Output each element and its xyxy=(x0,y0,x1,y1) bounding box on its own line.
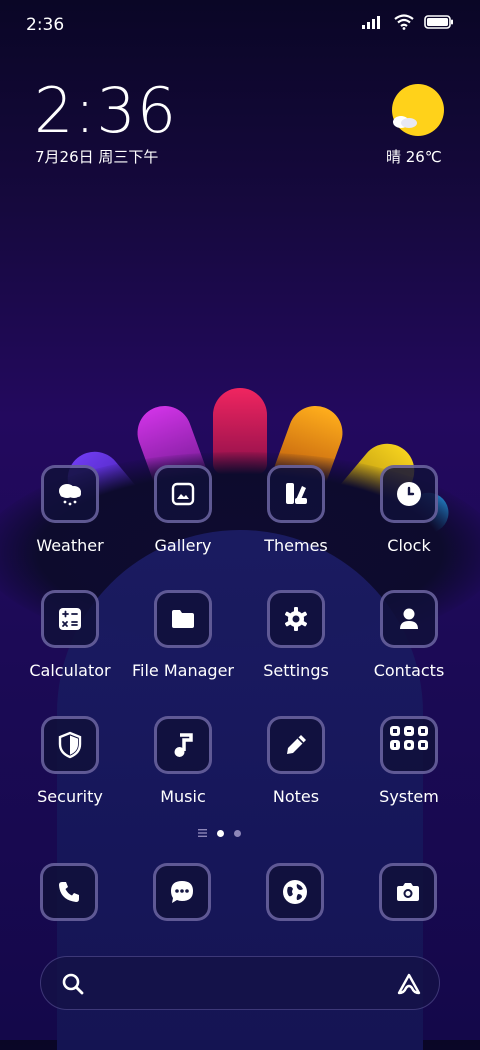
themes-icon xyxy=(286,483,307,504)
app-icon-frame[interactable] xyxy=(41,590,99,648)
menu-lines-icon xyxy=(198,829,207,837)
battery-icon xyxy=(424,15,453,29)
app-icon-frame[interactable] xyxy=(41,465,99,523)
messages-icon xyxy=(171,881,193,903)
image-icon xyxy=(171,482,195,506)
app-icon-frame[interactable] xyxy=(267,590,325,648)
search-bar[interactable] xyxy=(40,956,440,1010)
status-bar: 2:36 xyxy=(0,0,480,50)
app-contacts[interactable]: Contacts xyxy=(354,590,464,680)
app-system-folder[interactable]: System xyxy=(354,716,464,806)
search-icon[interactable] xyxy=(61,972,85,996)
app-icon-frame[interactable] xyxy=(154,590,212,648)
calculator-icon xyxy=(59,608,81,630)
app-clock[interactable]: Clock xyxy=(354,465,464,555)
cloud-icon xyxy=(393,116,417,128)
app-icon-frame[interactable] xyxy=(380,465,438,523)
app-label: Notes xyxy=(272,787,320,806)
wifi-icon xyxy=(394,14,414,30)
signal-icon xyxy=(362,16,380,29)
app-label: Gallery xyxy=(154,536,212,555)
phone-icon xyxy=(59,882,79,902)
status-icons xyxy=(362,14,454,30)
sunny-icon[interactable] xyxy=(392,84,444,136)
dock-phone[interactable] xyxy=(40,863,98,921)
app-icon-frame[interactable] xyxy=(380,716,438,774)
status-time: 2:36 xyxy=(26,15,65,35)
folder-grid-icon xyxy=(390,726,428,750)
app-label: Settings xyxy=(263,661,329,680)
person-icon xyxy=(400,608,418,629)
app-icon-frame[interactable] xyxy=(41,716,99,774)
cloud-snow-icon xyxy=(59,484,81,506)
dock-browser[interactable] xyxy=(266,863,324,921)
app-notes[interactable]: Notes xyxy=(241,716,351,806)
page-dot[interactable] xyxy=(234,829,241,837)
app-themes[interactable]: Themes xyxy=(241,465,351,555)
shield-icon xyxy=(58,731,82,759)
camera-icon xyxy=(397,883,419,901)
app-icon-frame[interactable] xyxy=(380,590,438,648)
app-icon-frame[interactable] xyxy=(267,716,325,774)
app-label: Weather xyxy=(36,536,104,555)
app-calculator[interactable]: Calculator xyxy=(15,590,125,680)
app-label: File Manager xyxy=(132,661,234,680)
dock-messages[interactable] xyxy=(153,863,211,921)
app-security[interactable]: Security xyxy=(15,716,125,806)
app-icon-frame[interactable] xyxy=(267,465,325,523)
folder-icon xyxy=(172,610,194,628)
clock-widget-date: 7月26日 周三下午 xyxy=(35,148,159,166)
assistant-icon[interactable] xyxy=(395,971,423,997)
app-music[interactable]: Music xyxy=(128,716,238,806)
gear-icon xyxy=(284,607,308,631)
app-settings[interactable]: Settings xyxy=(241,590,351,680)
app-gallery[interactable]: Gallery xyxy=(128,465,238,555)
app-label: Contacts xyxy=(373,661,445,680)
clock-icon xyxy=(397,482,421,506)
page-dot-active[interactable] xyxy=(217,829,224,837)
app-label: Calculator xyxy=(29,661,111,680)
app-file-manager[interactable]: File Manager xyxy=(128,590,238,680)
app-label: Clock xyxy=(387,536,431,555)
music-note-icon xyxy=(174,733,193,757)
page-indicator[interactable] xyxy=(198,829,241,837)
pencil-icon xyxy=(287,735,306,754)
app-icon-frame[interactable] xyxy=(154,465,212,523)
app-label: Music xyxy=(160,787,206,806)
weather-condition-temp[interactable]: 晴 26℃ xyxy=(386,146,442,167)
app-label: Themes xyxy=(264,536,328,555)
app-icon-frame[interactable] xyxy=(154,716,212,774)
dock-camera[interactable] xyxy=(379,863,437,921)
browser-icon xyxy=(283,880,307,904)
clock-widget-time[interactable]: 2:36 xyxy=(34,80,177,142)
app-label: System xyxy=(379,787,439,806)
app-label: Security xyxy=(37,787,103,806)
app-weather[interactable]: Weather xyxy=(15,465,125,555)
